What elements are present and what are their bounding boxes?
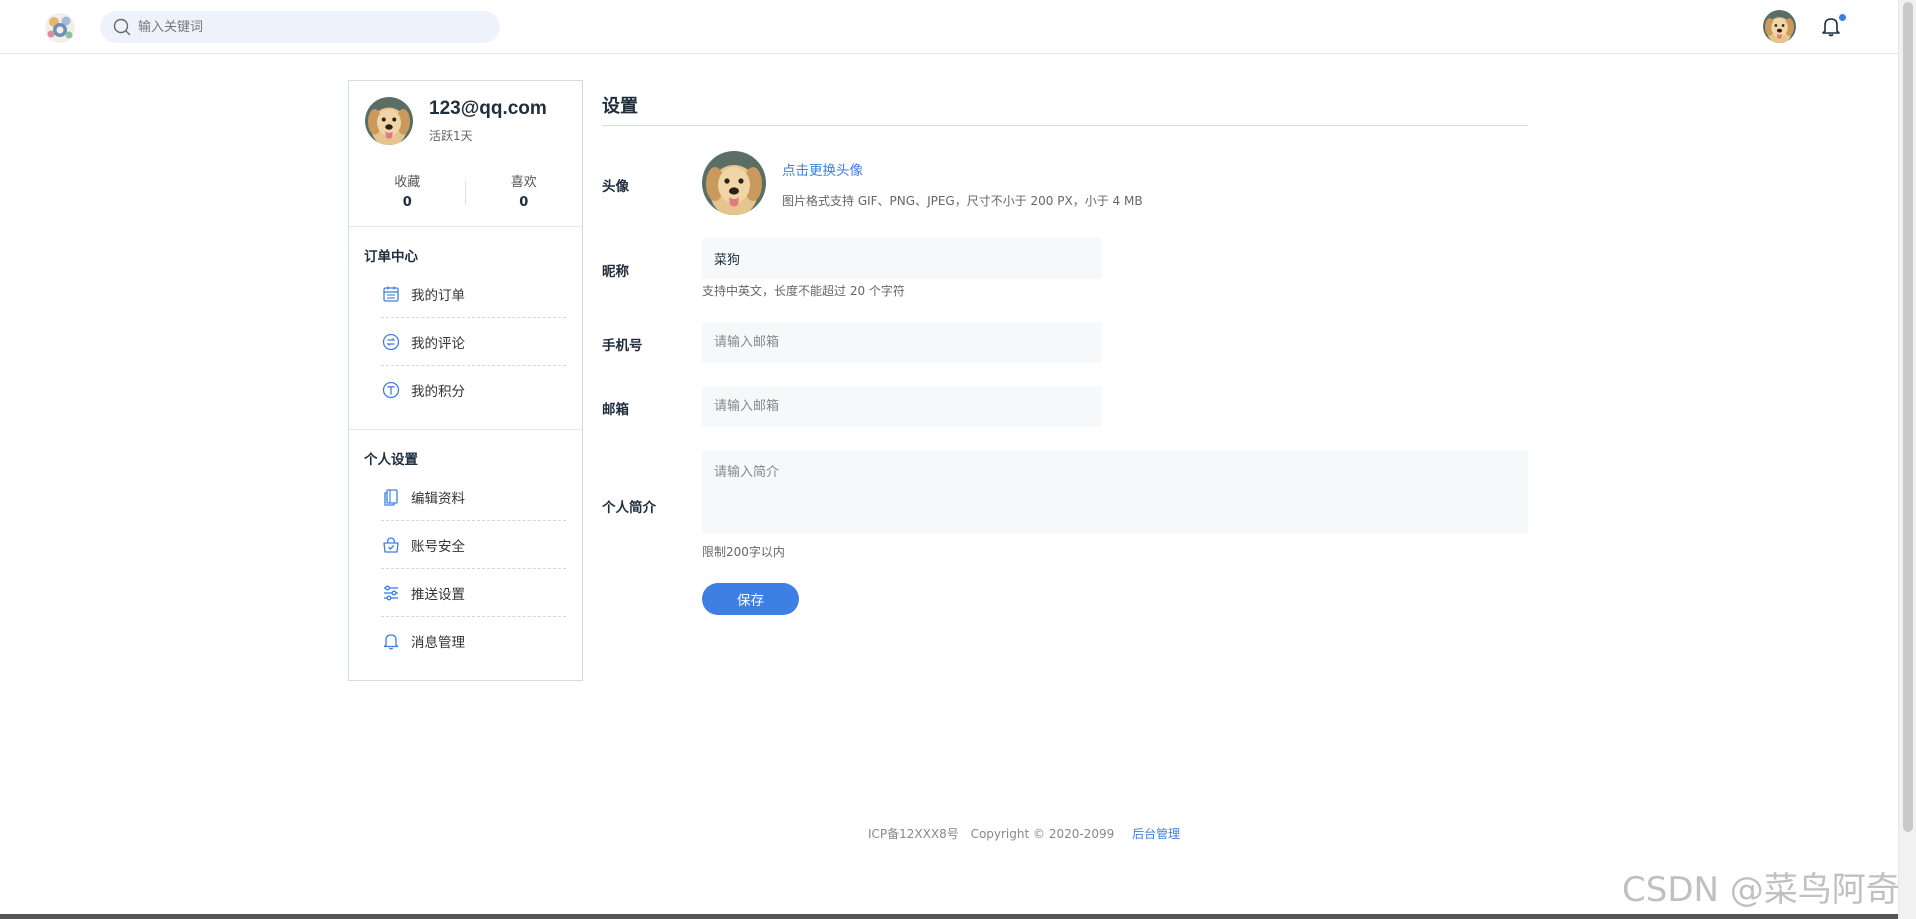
section-title: 订单中心 [364, 249, 418, 265]
footer: ICP备12XXX8号 Copyright © 2020-2099 后台管理 [868, 825, 1180, 842]
profile-card: 123@qq.com 活跃1天 收藏 0 喜欢 0 [349, 81, 582, 227]
email-label: 邮箱 [602, 402, 629, 418]
sidebar-item-label: 消息管理 [411, 635, 465, 651]
sidebar-item-label: 我的积分 [411, 384, 465, 400]
sliders-icon [384, 585, 398, 600]
points-icon [382, 381, 400, 399]
phone-label: 手机号 [602, 338, 643, 354]
page-title: 设置 [602, 80, 1528, 126]
stat-label: 收藏 [394, 175, 421, 190]
sidebar-item-account-security[interactable]: 账号安全 [381, 521, 566, 569]
stat-divider [465, 181, 466, 205]
bottom-edge [0, 914, 1898, 919]
nickname-label: 昵称 [602, 264, 629, 280]
change-avatar-link[interactable]: 点击更换头像 [782, 159, 863, 179]
copy-icon [384, 488, 398, 506]
section-title: 个人设置 [364, 452, 418, 468]
stat-value: 0 [519, 195, 529, 210]
avatar-hint: 图片格式支持 GIF、PNG、JPEG，尺寸不小于 200 PX，小于 4 MB [782, 194, 1143, 208]
sidebar-item-label: 我的订单 [411, 287, 465, 304]
sidebar-item-label: 编辑资料 [411, 490, 465, 507]
stat-label: 喜欢 [510, 175, 537, 190]
page-scrollbar[interactable] [1898, 0, 1916, 919]
nickname-hint: 支持中英文，长度不能超过 20 个字符 [702, 284, 905, 298]
comment-icon [382, 333, 400, 350]
header-avatar[interactable] [1763, 10, 1796, 43]
settings-menu: 编辑资料 账号安全 推送设置 消息管理 [381, 473, 566, 665]
sidebar-item-edit-profile[interactable]: 编辑资料 [381, 473, 566, 521]
stat-favorites[interactable]: 收藏 0 [349, 171, 466, 210]
scrollbar-thumb[interactable] [1903, 2, 1913, 832]
search-input[interactable] [138, 19, 478, 35]
stat-value: 0 [402, 195, 412, 210]
copyright-text: Copyright © 2020-2099 [970, 827, 1115, 841]
search-icon [113, 18, 131, 36]
shield-bag-icon [383, 536, 399, 553]
bio-hint: 限制200字以内 [702, 545, 785, 559]
search-bar[interactable] [100, 11, 500, 43]
user-sidebar: 123@qq.com 活跃1天 收藏 0 喜欢 0 订单中心 我的订单 我的评论… [348, 80, 583, 681]
profile-avatar[interactable] [702, 151, 766, 215]
settings-panel: 设置 头像 点击更换头像 图片格式支持 GIF、PNG、JPEG，尺寸不小于 2… [602, 80, 1528, 615]
bell-icon [383, 634, 399, 650]
sidebar-item-label: 推送设置 [411, 586, 465, 603]
order-center-section: 订单中心 我的订单 我的评论 我的积分 [349, 227, 582, 430]
nickname-input[interactable] [702, 238, 1102, 279]
user-email: 123@qq.com [429, 98, 547, 119]
user-avatar [365, 97, 413, 145]
sidebar-item-label: 账号安全 [411, 538, 465, 555]
site-logo[interactable] [40, 8, 80, 48]
bio-textarea[interactable] [702, 450, 1528, 534]
icp-text: ICP备12XXX8号 [868, 827, 959, 841]
sidebar-item-my-comments[interactable]: 我的评论 [381, 318, 566, 366]
csdn-watermark: CSDN @菜鸟阿奇 [1622, 870, 1900, 910]
notification-badge [1839, 14, 1846, 21]
calendar-icon [383, 286, 399, 302]
sidebar-item-my-points[interactable]: 我的积分 [381, 366, 566, 414]
sidebar-item-label: 我的评论 [411, 335, 465, 352]
order-menu: 我的订单 我的评论 我的积分 [381, 270, 566, 414]
sidebar-item-message-management[interactable]: 消息管理 [381, 617, 566, 665]
avatar-label: 头像 [602, 179, 629, 195]
top-header [0, 0, 1898, 54]
save-button[interactable]: 保存 [702, 583, 799, 615]
active-days: 活跃1天 [429, 129, 473, 143]
sidebar-item-push-settings[interactable]: 推送设置 [381, 569, 566, 617]
email-input[interactable] [702, 386, 1102, 427]
admin-link[interactable]: 后台管理 [1132, 827, 1180, 841]
phone-input[interactable] [702, 322, 1102, 363]
sidebar-item-my-orders[interactable]: 我的订单 [381, 270, 566, 318]
stat-likes[interactable]: 喜欢 0 [466, 171, 583, 210]
bio-label: 个人简介 [602, 500, 656, 516]
